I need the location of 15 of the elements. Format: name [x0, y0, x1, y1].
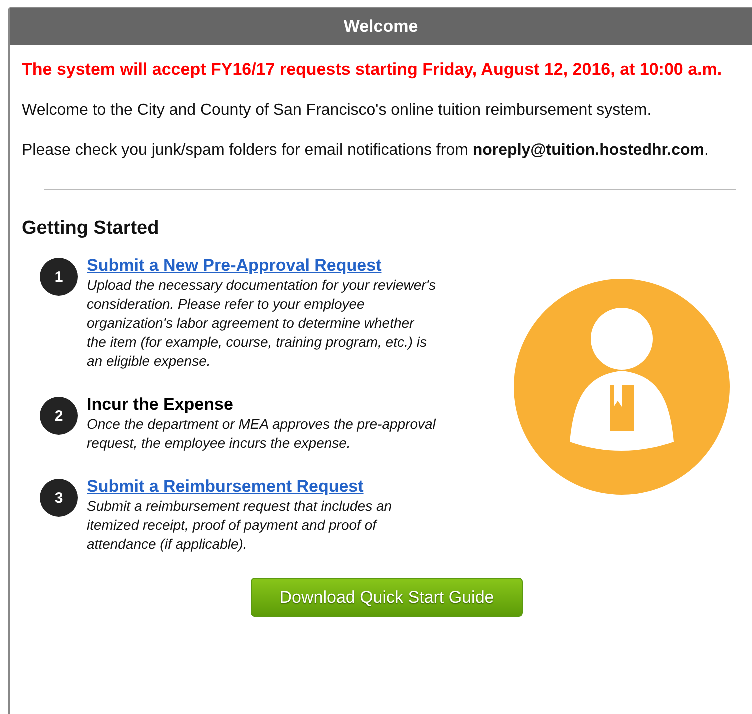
step-title: Incur the Expense: [87, 395, 234, 415]
step-description: Submit a reimbursement request that includes an itemized receipt, proof of payment and proof of attendance (if applicable).: [87, 497, 394, 554]
step-number: 1: [40, 258, 78, 296]
email-note: Please check you junk/spam folders for email notifications from noreply@tuition.hostedhr.com.: [22, 141, 710, 161]
step-description: Upload the necessary documentation for your reviewer's consideration. Please refer to your employee organization's labor agreement to determine whether the item (for example, course, training program, etc.) is an eligible expense.: [87, 276, 437, 371]
notice-text: The system will accept FY16/17 requests starting Friday, August 12, 2016, at 10:00 a.m.: [22, 59, 724, 81]
step-link[interactable]: Submit a New Pre-Approval Request: [87, 256, 382, 276]
section-heading: Getting Started: [22, 218, 160, 240]
panel-title: Welcome: [10, 8, 752, 45]
step-link[interactable]: Submit a Reimbursement Request: [87, 477, 364, 497]
person-icon: [514, 279, 730, 495]
step-description: Once the department or MEA approves the pre-approval request, the employee incurs the expense.: [87, 415, 437, 453]
welcome-text: Welcome to the City and County of San Francisco's online tuition reimbursement system.: [22, 101, 653, 121]
step-number: 3: [40, 479, 78, 517]
step-number: 2: [40, 397, 78, 435]
